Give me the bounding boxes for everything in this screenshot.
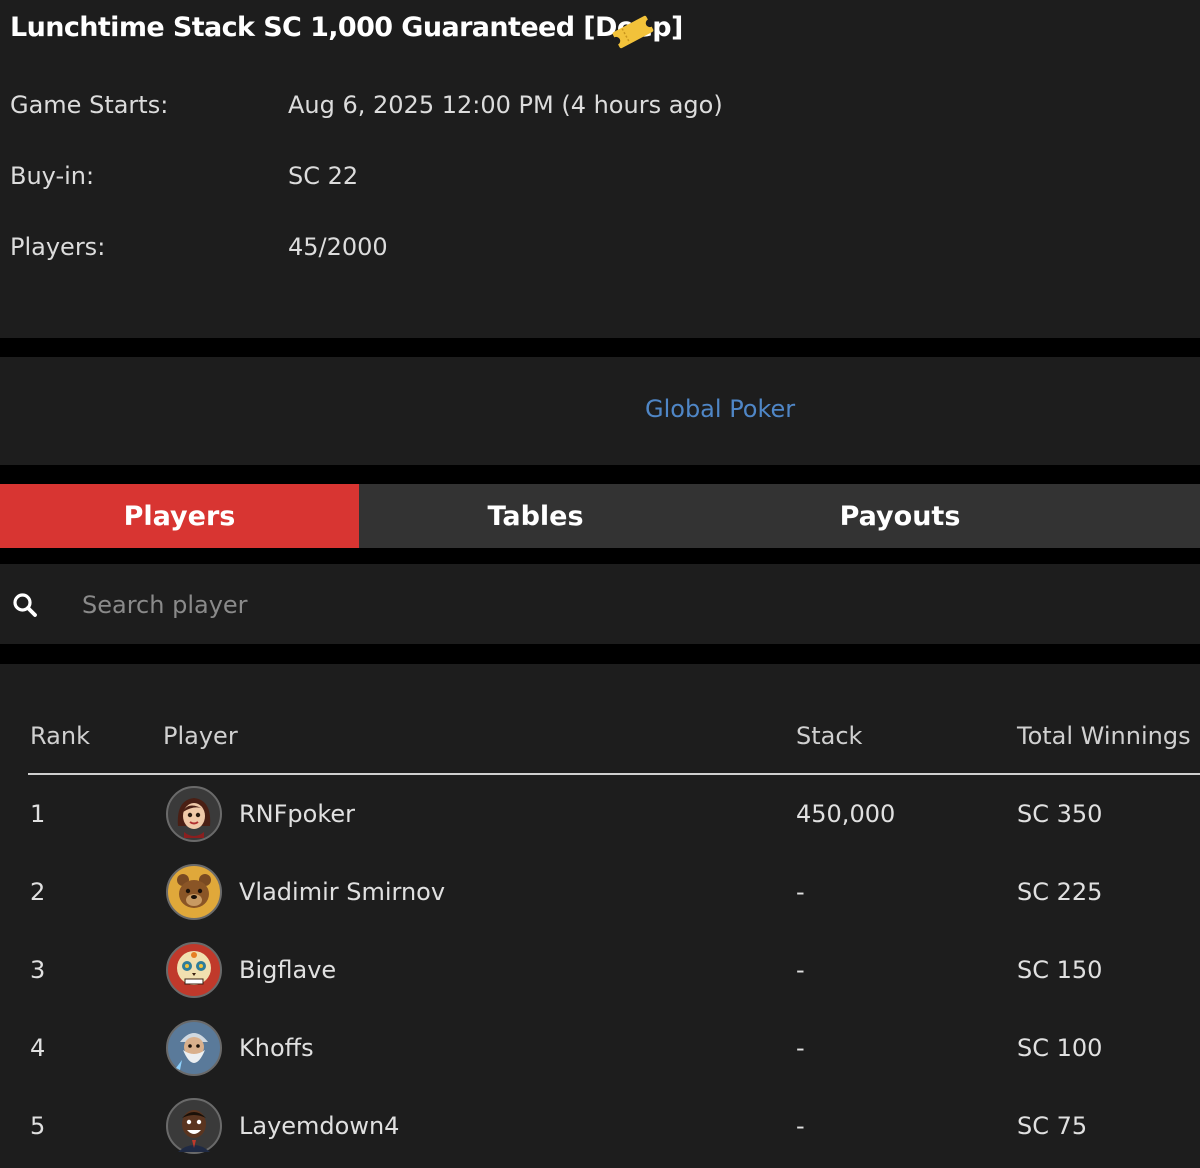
global-poker-link[interactable]: Global Poker bbox=[645, 395, 795, 423]
brand-panel: Global Poker bbox=[0, 357, 1200, 465]
winnings-cell: SC 225 bbox=[1017, 878, 1103, 906]
winnings-cell: SC 350 bbox=[1017, 800, 1103, 828]
players-table: Rank Player Stack Total Winnings 1 RNFpo… bbox=[0, 664, 1200, 1168]
column-header-rank[interactable]: Rank bbox=[30, 722, 90, 750]
winnings-cell: SC 100 bbox=[1017, 1034, 1103, 1062]
buyin-value: SC 22 bbox=[288, 162, 359, 190]
rank-cell: 2 bbox=[30, 878, 46, 906]
stack-cell: - bbox=[796, 1112, 805, 1140]
search-input[interactable] bbox=[80, 582, 1164, 628]
tab-tables[interactable]: Tables bbox=[359, 484, 712, 548]
player-name[interactable]: RNFpoker bbox=[239, 800, 355, 828]
player-name[interactable]: Khoffs bbox=[239, 1034, 314, 1062]
players-value: 45/2000 bbox=[288, 233, 388, 261]
tab-payouts[interactable]: Payouts bbox=[712, 484, 1088, 548]
tabs-bar: Players Tables Payouts bbox=[0, 484, 1200, 548]
table-row[interactable]: 1 RNFpoker 450,000 SC 350 bbox=[0, 776, 1200, 854]
buyin-label: Buy-in: bbox=[10, 162, 95, 190]
column-header-stack[interactable]: Stack bbox=[796, 722, 862, 750]
rank-cell: 4 bbox=[30, 1034, 46, 1062]
man-avatar-icon[interactable] bbox=[166, 1098, 222, 1154]
ticket-icon bbox=[612, 15, 654, 49]
stack-cell: - bbox=[796, 878, 805, 906]
tournament-info-panel: Lunchtime Stack SC 1,000 Guaranteed [Dee… bbox=[0, 0, 1200, 338]
player-name[interactable]: Layemdown4 bbox=[239, 1112, 399, 1140]
tournament-title: Lunchtime Stack SC 1,000 Guaranteed [Dee… bbox=[10, 12, 683, 43]
search-icon[interactable] bbox=[12, 592, 38, 618]
rank-cell: 1 bbox=[30, 800, 46, 828]
winnings-cell: SC 150 bbox=[1017, 956, 1103, 984]
table-row[interactable]: 3 Bigflave - SC 150 bbox=[0, 932, 1200, 1010]
stack-cell: - bbox=[796, 1034, 805, 1062]
column-header-player[interactable]: Player bbox=[163, 722, 238, 750]
game-starts-label: Game Starts: bbox=[10, 91, 169, 119]
stack-cell: 450,000 bbox=[796, 800, 896, 828]
table-row[interactable]: 2 Vladimir Smirnov - SC 225 bbox=[0, 854, 1200, 932]
table-row[interactable]: 5 Layemdown4 - SC 75 bbox=[0, 1088, 1200, 1166]
woman-avatar-icon[interactable] bbox=[166, 786, 222, 842]
players-label: Players: bbox=[10, 233, 106, 261]
wizard-avatar-icon[interactable] bbox=[166, 1020, 222, 1076]
header-divider bbox=[28, 773, 1200, 775]
stack-cell: - bbox=[796, 956, 805, 984]
winnings-cell: SC 75 bbox=[1017, 1112, 1088, 1140]
table-row[interactable]: 4 Khoffs - SC 100 bbox=[0, 1010, 1200, 1088]
column-header-total-winnings[interactable]: Total Winnings bbox=[1017, 722, 1191, 750]
rank-cell: 5 bbox=[30, 1112, 46, 1140]
rank-cell: 3 bbox=[30, 956, 46, 984]
player-name[interactable]: Bigflave bbox=[239, 956, 336, 984]
tab-players[interactable]: Players bbox=[0, 484, 359, 548]
player-name[interactable]: Vladimir Smirnov bbox=[239, 878, 445, 906]
search-panel bbox=[0, 564, 1200, 644]
bear-avatar-icon[interactable] bbox=[166, 864, 222, 920]
game-starts-value: Aug 6, 2025 12:00 PM (4 hours ago) bbox=[288, 91, 723, 119]
sugar-skull-avatar-icon[interactable] bbox=[166, 942, 222, 998]
